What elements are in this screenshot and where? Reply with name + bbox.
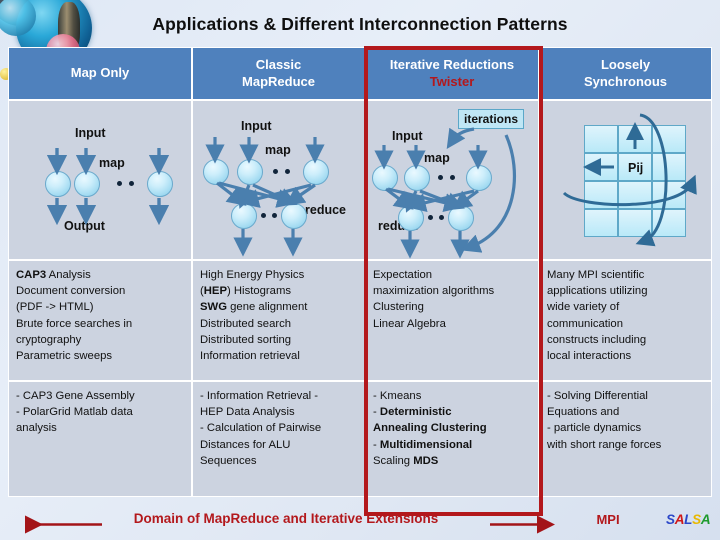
diagram-map-only: Input map Output	[8, 100, 192, 260]
column-header-line2-twister: Twister	[429, 73, 475, 89]
table-applications-row: CAP3 Analysis Document conversion (PDF -> …	[8, 260, 712, 381]
footer-domain-label: Domain of MapReduce and Iterative Extens…	[133, 511, 439, 526]
salsa-logo: SALSA	[666, 512, 711, 527]
diagram-arrows	[205, 137, 325, 257]
column-header-map-only: Map Only	[8, 47, 192, 100]
patterns-table: Map Only Classic MapReduce Iterative Red…	[8, 47, 712, 502]
column-header-classic-mapreduce: Classic MapReduce	[192, 47, 365, 100]
footer-mpi-label: MPI	[596, 512, 620, 527]
applications-iterative-reductions: Expectation maximization algorithms Cluste…	[365, 260, 539, 381]
salsa-logo-letter: A	[674, 512, 685, 527]
diagram-iterative-reductions: iterations Input map reduce	[365, 100, 539, 260]
table-diagram-row: Input map Output Input map reduce iterat…	[8, 100, 712, 260]
diagram-arrows	[46, 148, 170, 226]
salsa-logo-letter: S	[692, 512, 701, 527]
applications-loosely-synchronous: Many MPI scientific applications utilizin…	[539, 260, 712, 381]
examples-loosely-synchronous: - Solving Differential Equations and - par…	[539, 381, 712, 497]
diagram-arrows	[562, 113, 697, 247]
salsa-logo-letter: L	[684, 512, 693, 527]
salsa-logo-letter: A	[700, 512, 711, 527]
table-header-row: Map Only Classic MapReduce Iterative Red…	[8, 47, 712, 100]
diagram-loosely-synchronous: Pij	[539, 100, 712, 260]
table-examples-row: - CAP3 Gene Assembly - PolarGrid Matlab d…	[8, 381, 712, 497]
column-header-line1: Classic	[255, 57, 302, 73]
footer-bar: Domain of MapReduce and Iterative Extens…	[0, 505, 720, 540]
applications-classic-mapreduce: High Energy Physics (HEP) Histograms SWG g…	[192, 260, 365, 381]
arrow-left-icon	[24, 515, 102, 534]
examples-iterative-reductions: - Kmeans - Deterministic Annealing Cluster…	[365, 381, 539, 497]
column-header-line1: Map Only	[70, 65, 130, 81]
diagram-arrows	[374, 127, 516, 259]
column-header-line1: Iterative Reductions	[389, 57, 515, 73]
column-header-line2: Synchronous	[583, 73, 668, 89]
salsa-logo-letter: S	[666, 512, 675, 527]
examples-map-only: - CAP3 Gene Assembly - PolarGrid Matlab d…	[8, 381, 192, 497]
diagram-classic-mapreduce: Input map reduce	[192, 100, 365, 260]
arrow-right-icon	[490, 515, 556, 534]
examples-classic-mapreduce: - Information Retrieval - HEP Data Analys…	[192, 381, 365, 497]
column-header-line1: Loosely	[600, 57, 651, 73]
applications-map-only: CAP3 Analysis Document conversion (PDF -> …	[8, 260, 192, 381]
page-title: Applications & Different Interconnection…	[152, 14, 568, 34]
column-header-line2: MapReduce	[242, 73, 315, 89]
column-header-loosely-synchronous: Loosely Synchronous	[539, 47, 712, 100]
column-header-iterative-reductions: Iterative Reductions Twister	[365, 47, 539, 100]
